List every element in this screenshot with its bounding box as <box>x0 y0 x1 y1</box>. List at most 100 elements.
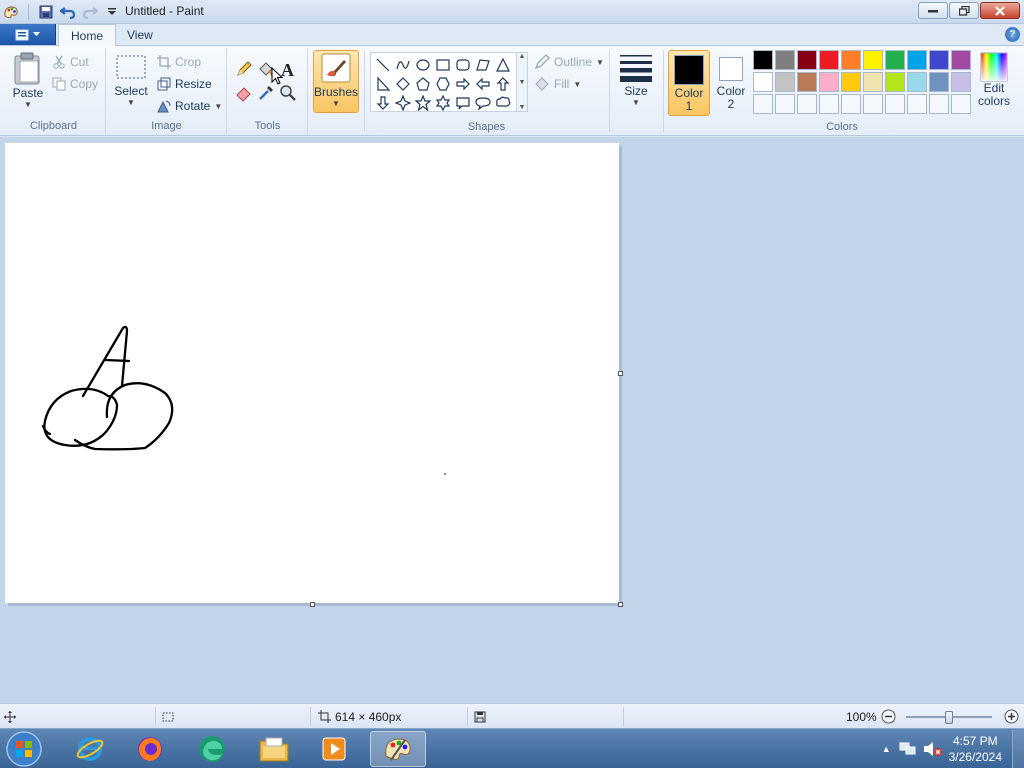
shape-right-arrow[interactable] <box>453 74 473 93</box>
select-button[interactable]: Select ▼ <box>113 52 149 107</box>
shape-polygon[interactable] <box>473 55 493 74</box>
minimize-button[interactable] <box>918 2 948 19</box>
palette-color-14[interactable] <box>819 72 839 92</box>
palette-color-24[interactable] <box>819 94 839 114</box>
palette-color-10[interactable] <box>951 50 971 70</box>
palette-color-8[interactable] <box>907 50 927 70</box>
undo-icon[interactable] <box>59 3 77 21</box>
palette-color-18[interactable] <box>907 72 927 92</box>
shape-rounded-callout[interactable] <box>453 93 473 112</box>
edit-colors-button[interactable]: Edit colors <box>976 50 1012 116</box>
palette-color-7[interactable] <box>885 50 905 70</box>
palette-color-5[interactable] <box>841 50 861 70</box>
palette-color-12[interactable] <box>775 72 795 92</box>
pencil-tool[interactable] <box>233 58 255 80</box>
canvas-workspace[interactable] <box>0 137 1024 703</box>
palette-color-1[interactable] <box>753 50 773 70</box>
brushes-button[interactable]: Brushes ▼ <box>313 50 359 113</box>
shape-hexagon[interactable] <box>433 74 453 93</box>
taskbar-file-explorer[interactable] <box>246 731 302 767</box>
palette-color-11[interactable] <box>753 72 773 92</box>
taskbar-edge[interactable] <box>184 731 240 767</box>
start-button[interactable] <box>5 731 43 767</box>
copy-button[interactable]: Copy <box>52 74 98 94</box>
palette-color-30[interactable] <box>951 94 971 114</box>
zoom-in-button[interactable] <box>1004 704 1019 729</box>
outline-button[interactable]: Outline ▼ <box>534 52 604 72</box>
palette-color-28[interactable] <box>907 94 927 114</box>
palette-color-22[interactable] <box>775 94 795 114</box>
shape-down-arrow[interactable] <box>373 93 393 112</box>
eraser-tool[interactable] <box>233 82 255 104</box>
shape-oval[interactable] <box>413 55 433 74</box>
help-icon[interactable]: ? <box>1005 27 1020 42</box>
shape-rounded-rectangle[interactable] <box>453 55 473 74</box>
resize-button[interactable]: Resize <box>157 74 212 94</box>
canvas-resize-handle-right[interactable] <box>618 371 623 376</box>
palette-color-23[interactable] <box>797 94 817 114</box>
paint-menu-button[interactable] <box>0 24 56 45</box>
clock[interactable]: 4:57 PM 3/26/2024 <box>949 733 1002 765</box>
palette-color-25[interactable] <box>841 94 861 114</box>
palette-color-27[interactable] <box>885 94 905 114</box>
palette-color-19[interactable] <box>929 72 949 92</box>
shape-curve[interactable] <box>393 55 413 74</box>
shape-six-point-star[interactable] <box>433 93 453 112</box>
shape-rectangle[interactable] <box>433 55 453 74</box>
shape-cloud-callout[interactable] <box>493 93 513 112</box>
cut-button[interactable]: Cut <box>52 52 89 72</box>
restore-button[interactable] <box>949 2 979 19</box>
palette-color-29[interactable] <box>929 94 949 114</box>
shape-right-triangle[interactable] <box>373 74 393 93</box>
palette-color-9[interactable] <box>929 50 949 70</box>
taskbar-firefox[interactable] <box>122 731 178 767</box>
palette-color-16[interactable] <box>863 72 883 92</box>
close-button[interactable] <box>980 2 1020 19</box>
fill-button[interactable]: Fill ▼ <box>534 74 581 94</box>
taskbar-internet-explorer[interactable] <box>62 731 118 767</box>
palette-color-6[interactable] <box>863 50 883 70</box>
palette-color-15[interactable] <box>841 72 861 92</box>
palette-color-13[interactable] <box>797 72 817 92</box>
taskbar-paint[interactable] <box>370 731 426 767</box>
size-button[interactable]: Size ▼ <box>616 52 656 107</box>
shape-left-arrow[interactable] <box>473 74 493 93</box>
color-1-button[interactable]: Color 1 <box>668 50 710 116</box>
color-2-button[interactable]: Color 2 <box>712 50 750 116</box>
tab-view[interactable]: View <box>115 24 165 46</box>
zoom-out-button[interactable] <box>881 704 896 729</box>
shape-up-arrow[interactable] <box>493 74 513 93</box>
shape-line[interactable] <box>373 55 393 74</box>
rotate-button[interactable]: Rotate ▼ <box>157 96 222 116</box>
taskbar-media-player[interactable] <box>306 731 362 767</box>
shapes-more-icon[interactable]: ▼ <box>519 104 526 111</box>
volume-muted-icon[interactable] <box>923 741 943 757</box>
network-icon[interactable] <box>899 741 917 757</box>
shape-pentagon[interactable] <box>413 74 433 93</box>
customize-qat-icon[interactable] <box>103 3 121 21</box>
palette-color-17[interactable] <box>885 72 905 92</box>
show-desktop-button[interactable] <box>1012 730 1024 768</box>
tab-home[interactable]: Home <box>58 24 117 47</box>
paste-button[interactable]: Paste ▼ <box>8 52 48 109</box>
save-icon[interactable] <box>37 3 55 21</box>
show-hidden-icons[interactable]: ▲ <box>882 744 891 754</box>
shape-oval-callout[interactable] <box>473 93 493 112</box>
shape-five-point-star[interactable] <box>413 93 433 112</box>
palette-color-20[interactable] <box>951 72 971 92</box>
shape-triangle[interactable] <box>493 55 513 74</box>
canvas-resize-handle-bottom[interactable] <box>310 602 315 607</box>
shape-diamond[interactable] <box>393 74 413 93</box>
zoom-slider[interactable] <box>906 704 994 729</box>
palette-color-2[interactable] <box>775 50 795 70</box>
palette-color-21[interactable] <box>753 94 773 114</box>
canvas-resize-handle-corner[interactable] <box>618 602 623 607</box>
shapes-scrollbar[interactable]: ▲ ▼ ▼ <box>516 52 528 112</box>
zoom-slider-thumb[interactable] <box>945 710 953 724</box>
color-picker-tool[interactable] <box>255 82 277 104</box>
paint-app-icon[interactable] <box>2 3 20 21</box>
crop-button[interactable]: Crop <box>157 52 201 72</box>
drawing-canvas[interactable] <box>5 143 619 603</box>
palette-color-4[interactable] <box>819 50 839 70</box>
redo-icon[interactable] <box>81 3 99 21</box>
